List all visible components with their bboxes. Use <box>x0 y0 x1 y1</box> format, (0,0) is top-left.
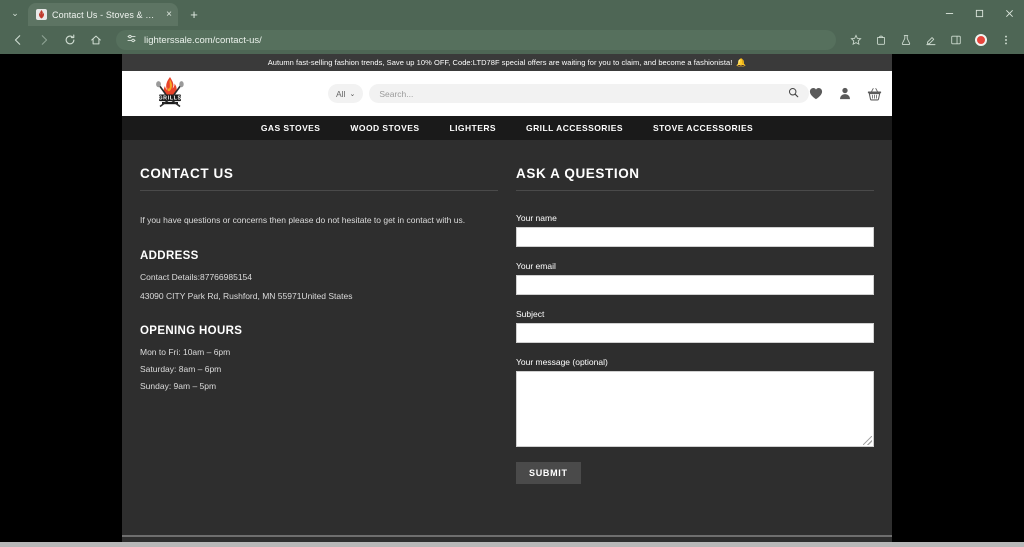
page-viewport: Autumn fast-selling fashion trends, Save… <box>0 54 1024 542</box>
email-label: Your email <box>516 261 874 271</box>
record-indicator <box>975 34 987 46</box>
search-placeholder: Search... <box>379 89 413 99</box>
bell-icon: 🔔 <box>736 58 746 67</box>
website-container: Autumn fast-selling fashion trends, Save… <box>122 54 892 542</box>
message-textarea[interactable] <box>516 371 874 447</box>
promo-text: Autumn fast-selling fashion trends, Save… <box>268 58 733 67</box>
content-spacer <box>516 484 874 542</box>
home-button[interactable] <box>84 28 108 52</box>
tab-title: Contact Us - Stoves & Grills S... <box>52 10 161 20</box>
tab-strip: ⌄ Contact Us - Stoves & Grills S... × + <box>0 0 1024 26</box>
toolbar-right-icons <box>844 28 1018 52</box>
browser-extension-icon[interactable] <box>869 28 893 52</box>
site-logo[interactable]: GRILLS <box>147 74 193 114</box>
category-select[interactable]: All ⌄ <box>328 84 363 103</box>
nav-item-gas-stoves[interactable]: GAS STOVES <box>246 123 336 133</box>
name-label: Your name <box>516 213 874 223</box>
ask-question-column: ASK A QUESTION Your name Your email Subj… <box>516 166 874 542</box>
heart-icon[interactable] <box>809 87 823 100</box>
chevron-down-icon: ⌄ <box>11 8 19 19</box>
url-text: lighterssale.com/contact-us/ <box>144 35 262 46</box>
site-header: GRILLS All ⌄ <box>122 71 892 116</box>
subject-input[interactable] <box>516 323 874 343</box>
browser-menu-icon[interactable] <box>994 28 1018 52</box>
forward-button[interactable] <box>32 28 56 52</box>
browser-tab[interactable]: Contact Us - Stoves & Grills S... × <box>28 3 178 26</box>
main-navigation: GAS STOVES WOOD STOVES LIGHTERS GRILL AC… <box>122 116 892 140</box>
reload-button[interactable] <box>58 28 82 52</box>
name-input[interactable] <box>516 227 874 247</box>
address-text: 43090 CITY Park Rd, Rushford, MN 55971Un… <box>140 290 498 303</box>
page-title: CONTACT US <box>140 166 498 191</box>
hours-weekday: Mon to Fri: 10am – 6pm <box>140 346 498 359</box>
user-icon[interactable] <box>839 87 851 100</box>
flask-icon[interactable] <box>894 28 918 52</box>
header-action-icons <box>809 87 882 101</box>
bookmark-star-icon[interactable] <box>844 28 868 52</box>
browser-window: ⌄ Contact Us - Stoves & Grills S... × + <box>0 0 1024 547</box>
submit-button[interactable]: SUBMIT <box>516 462 581 484</box>
hours-sunday: Sunday: 9am – 5pm <box>140 380 498 393</box>
nav-item-stove-accessories[interactable]: STOVE ACCESSORIES <box>638 123 768 133</box>
flame-grill-logo-icon: GRILLS <box>148 75 192 113</box>
window-controls <box>934 0 1024 26</box>
contact-details-text: Contact Details:87766985154 <box>140 271 498 284</box>
subject-label: Subject <box>516 309 874 319</box>
email-input[interactable] <box>516 275 874 295</box>
address-heading: ADDRESS <box>140 250 498 262</box>
new-tab-button[interactable]: + <box>184 4 204 24</box>
contact-intro-text: If you have questions or concerns then p… <box>140 213 492 228</box>
back-button[interactable] <box>6 28 30 52</box>
address-bar[interactable]: lighterssale.com/contact-us/ <box>116 30 836 50</box>
promo-banner[interactable]: Autumn fast-selling fashion trends, Save… <box>122 54 892 71</box>
maximize-button[interactable] <box>964 0 994 26</box>
plus-icon: + <box>190 7 198 22</box>
form-title: ASK A QUESTION <box>516 166 874 191</box>
resize-handle-icon[interactable] <box>863 436 872 445</box>
opening-hours-heading: OPENING HOURS <box>140 325 498 337</box>
record-dot-icon[interactable] <box>969 28 993 52</box>
close-window-button[interactable] <box>994 0 1024 26</box>
minimize-button[interactable] <box>934 0 964 26</box>
category-label: All <box>336 89 345 99</box>
page-bottom-edge <box>122 535 892 537</box>
search-input[interactable]: Search... <box>369 84 809 103</box>
chevron-down-icon: ⌄ <box>349 90 355 98</box>
tab-search-button[interactable]: ⌄ <box>4 2 26 24</box>
browser-toolbar: lighterssale.com/contact-us/ <box>0 26 1024 54</box>
window-bottom-strip <box>0 542 1024 547</box>
site-settings-icon[interactable] <box>126 31 137 49</box>
page-content: CONTACT US If you have questions or conc… <box>122 140 892 542</box>
side-panel-icon[interactable] <box>944 28 968 52</box>
nav-item-lighters[interactable]: LIGHTERS <box>434 123 511 133</box>
site-favicon-icon <box>36 9 47 20</box>
highlighter-icon[interactable] <box>919 28 943 52</box>
contact-info-column: CONTACT US If you have questions or conc… <box>140 166 498 542</box>
basket-icon[interactable] <box>867 87 882 101</box>
search-icon[interactable] <box>788 87 799 101</box>
search-area: All ⌄ Search... <box>328 84 809 103</box>
svg-text:GRILLS: GRILLS <box>158 95 181 101</box>
message-label: Your message (optional) <box>516 357 874 367</box>
nav-item-grill-accessories[interactable]: GRILL ACCESSORIES <box>511 123 638 133</box>
hours-saturday: Saturday: 8am – 6pm <box>140 363 498 376</box>
close-icon[interactable]: × <box>166 10 172 20</box>
nav-item-wood-stoves[interactable]: WOOD STOVES <box>335 123 434 133</box>
